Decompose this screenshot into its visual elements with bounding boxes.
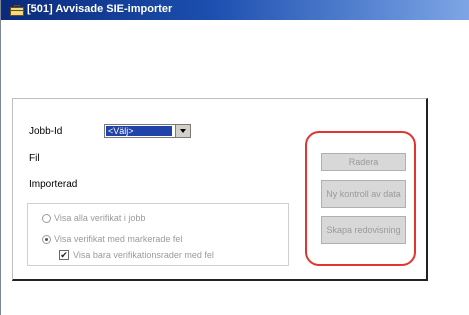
checkbox-rows-with-errors[interactable]: ✔ [59, 250, 69, 260]
radio-show-all[interactable] [42, 214, 51, 223]
window-title: [501] Avvisade SIE-importer [27, 3, 173, 15]
window: [501] Avvisade SIE-importer Jobb-Id <Väl… [0, 0, 469, 315]
highlight-annotation [305, 131, 416, 266]
radio-show-marked[interactable] [42, 235, 51, 244]
jobb-id-selected-value: <Välj> [106, 126, 172, 136]
jobb-id-dropdown[interactable]: <Välj> [104, 124, 191, 138]
checkbox-rows-with-errors-label[interactable]: Visa bara verifikationsrader med fel [73, 250, 214, 260]
radio-show-marked-label[interactable]: Visa verifikat med markerade fel [54, 234, 182, 244]
radio-show-all-label[interactable]: Visa alla verifikat i jobb [54, 213, 145, 223]
jobb-id-label: Jobb-Id [29, 126, 63, 137]
briefcase-icon [10, 5, 24, 16]
title-bar[interactable]: [501] Avvisade SIE-importer [1, 0, 469, 20]
checkmark-icon: ✔ [60, 250, 68, 260]
fil-label: Fil [29, 153, 40, 164]
importerad-label: Importerad [29, 179, 78, 190]
chevron-down-icon[interactable] [175, 125, 190, 137]
